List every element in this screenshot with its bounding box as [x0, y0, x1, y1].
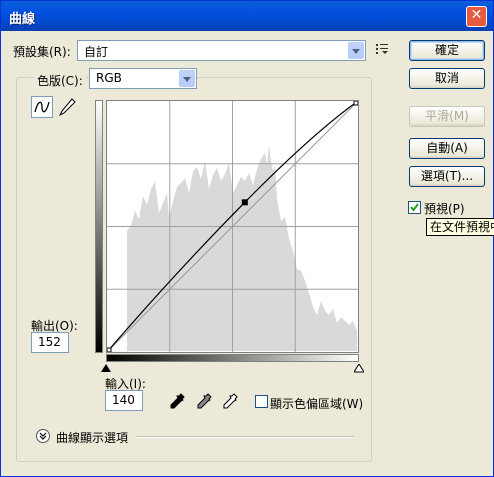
chevron-down-icon[interactable]	[348, 42, 364, 59]
channel-label: 色版(C):	[34, 72, 86, 89]
curve-control-point[interactable]	[241, 199, 248, 206]
window-title: 曲線	[9, 12, 36, 27]
preview-checkbox[interactable]	[408, 201, 421, 214]
curve-endpoint-black[interactable]	[107, 347, 112, 352]
clipping-checkbox[interactable]	[255, 395, 268, 408]
preview-label: 預視(P)	[424, 202, 465, 216]
clipping-label: 顯示色偏區域(W)	[270, 397, 364, 411]
chevron-down-icon[interactable]	[179, 70, 195, 87]
ok-button[interactable]: 確定	[409, 40, 485, 61]
preset-menu-icon[interactable]	[376, 44, 390, 56]
channel-select[interactable]: RGB	[89, 68, 197, 89]
pencil-icon[interactable]	[58, 97, 76, 117]
preview-tooltip: 在文件預視中	[426, 218, 494, 236]
preset-value: 自訂	[84, 45, 109, 59]
chevron-down-icon[interactable]	[36, 429, 50, 443]
options-button[interactable]: 選項(T)...	[409, 166, 485, 187]
black-eyedropper-icon[interactable]	[169, 393, 185, 409]
preset-label: 預設集(R):	[13, 45, 71, 59]
histogram	[127, 145, 357, 351]
smooth-button[interactable]: 平滑(M)	[409, 106, 485, 127]
gray-eyedropper-icon[interactable]	[196, 393, 212, 409]
cancel-button[interactable]: 取消	[409, 68, 485, 89]
white-eyedropper-icon[interactable]	[222, 393, 238, 409]
output-gradient-bar	[95, 100, 103, 353]
divider	[136, 436, 354, 438]
auto-button[interactable]: 自動(A)	[409, 138, 485, 159]
title-bar[interactable]: 曲線 ✕	[1, 1, 493, 31]
output-field[interactable]: 152	[31, 332, 69, 353]
input-gradient-bar	[106, 354, 359, 362]
curve-graph[interactable]	[106, 100, 359, 353]
curves-dialog: 曲線 ✕ 預設集(R): 自訂 色版(C): RGB 輸出(O): 152 輸入…	[0, 0, 494, 477]
preset-select[interactable]: 自訂	[77, 40, 366, 61]
curve-tool-icon[interactable]	[31, 96, 53, 118]
curve-options-label[interactable]: 曲線顯示選項	[56, 429, 128, 446]
input-field[interactable]: 140	[105, 390, 143, 411]
curve-endpoint-white[interactable]	[353, 101, 358, 106]
close-button[interactable]: ✕	[466, 6, 487, 27]
black-point-slider[interactable]	[101, 364, 111, 373]
white-point-slider[interactable]	[354, 364, 364, 373]
channel-value: RGB	[96, 71, 122, 85]
